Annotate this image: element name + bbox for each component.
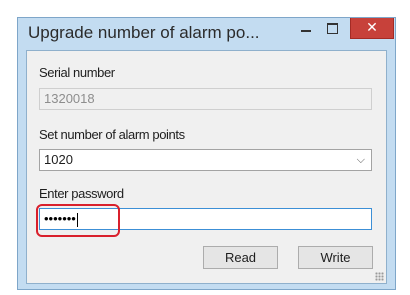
title-bar[interactable]: Upgrade number of alarm po... ✕ [18,18,395,50]
alarm-points-select[interactable]: 1020 ⌵ [39,149,372,171]
alarm-points-value: 1020 [44,152,73,167]
resize-grip-icon[interactable] [375,272,384,281]
close-button[interactable]: ✕ [350,18,394,39]
minimize-icon [301,30,311,32]
read-button[interactable]: Read [203,246,278,269]
chevron-down-icon[interactable]: ⌵ [357,150,365,170]
dialog-body: Serial number 1320018 Set number of alar… [26,50,387,284]
window-title: Upgrade number of alarm po... [28,23,260,42]
text-caret [76,212,78,227]
write-button[interactable]: Write [298,246,373,269]
password-mask: ••••••• [44,211,76,226]
password-label: Enter password [39,186,124,201]
close-icon: ✕ [366,19,378,35]
maximize-button[interactable] [319,18,345,39]
dialog-window: Upgrade number of alarm po... ✕ Serial n… [17,17,396,290]
serial-number-label: Serial number [39,65,115,80]
serial-number-field: 1320018 [39,88,372,110]
maximize-icon [327,23,338,34]
minimize-button[interactable] [293,18,319,39]
password-input[interactable]: ••••••• [39,208,372,230]
alarm-points-label: Set number of alarm points [39,127,185,142]
